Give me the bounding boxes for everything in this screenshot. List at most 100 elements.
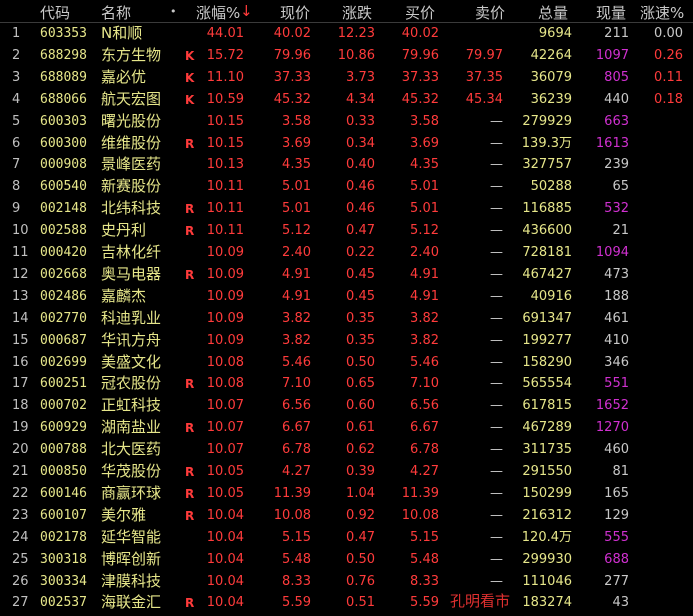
header-current[interactable]: 现价	[280, 2, 310, 23]
bid-price: 4.91	[410, 266, 439, 282]
table-row[interactable]: 21 000850 华茂股份 R 10.05 4.27 0.39 4.27 — 291550 81	[0, 461, 693, 483]
row-index: 21	[12, 464, 29, 479]
ask-price: —	[490, 223, 503, 239]
total-volume: 36079	[530, 69, 572, 85]
current-volume: 410	[604, 332, 629, 348]
current-price: 6.78	[282, 442, 311, 458]
row-index: 13	[12, 288, 29, 304]
row-index: 1	[12, 26, 21, 41]
ask-price: —	[490, 245, 503, 260]
stock-code: 000420	[40, 245, 87, 260]
current-price: 8.33	[282, 573, 311, 589]
current-volume: 211	[604, 26, 629, 41]
table-row[interactable]: 24 002178 延华智能 10.04 5.15 0.47 5.15 — 120.4万 555	[0, 527, 693, 549]
change-pct: 10.11	[206, 223, 244, 239]
table-row[interactable]: 27 002537 海联金汇 R 10.04 5.59 0.51 5.59 183274 43	[0, 592, 693, 614]
row-index: 12	[12, 266, 29, 282]
current-price: 5.15	[282, 529, 311, 545]
row-index: 23	[12, 507, 29, 523]
current-price: 10.08	[273, 507, 311, 523]
table-row[interactable]: 25 300318 博晖创新 10.04 5.48 0.50 5.48 — 299930 688	[0, 549, 693, 571]
stock-name: N和顺	[101, 24, 143, 42]
current-volume: 805	[604, 69, 629, 85]
total-volume: 728181	[522, 245, 572, 260]
table-row[interactable]: 20 000788 北大医药 10.07 6.78 0.62 6.78 — 311735 460	[0, 439, 693, 461]
header-speed[interactable]: 涨速%	[640, 2, 684, 23]
table-row[interactable]: 26 300334 津膜科技 10.04 8.33 0.76 8.33 — 111046 277	[0, 571, 693, 593]
total-volume: 116885	[522, 201, 572, 217]
current-volume: 188	[604, 288, 629, 304]
stock-name: 航天宏图	[101, 89, 162, 108]
header-code[interactable]: 代码	[40, 2, 70, 23]
current-volume: 129	[604, 507, 629, 523]
table-row[interactable]: 12 002668 奥马电器 R 10.09 4.91 0.45 4.91 — 467427 473	[0, 264, 693, 286]
header-name[interactable]: 名称	[101, 2, 131, 23]
table-row[interactable]: 13 002486 嘉麟杰 10.09 4.91 0.45 4.91 — 40916 188	[0, 286, 693, 308]
table-row[interactable]: 5 600303 曙光股份 10.15 3.58 0.33 3.58 — 279929 663	[0, 111, 693, 133]
table-row[interactable]: 17 600251 冠农股份 R 10.08 7.10 0.65 7.10 — 565554 551	[0, 373, 693, 395]
table-row[interactable]: 6 600300 维维股份 R 10.15 3.69 0.34 3.69 — 139.3万 1613	[0, 133, 693, 155]
current-price: 5.59	[282, 595, 311, 611]
stock-name: 美盛文化	[101, 352, 162, 371]
header-total-vol[interactable]: 总量	[538, 2, 568, 23]
ask-price: —	[490, 573, 503, 589]
change-pct: 11.10	[206, 69, 244, 85]
change-pct: 10.07	[206, 442, 244, 458]
stock-name: 史丹利	[101, 221, 147, 240]
total-volume: 436600	[522, 223, 572, 239]
margin-mark: R	[185, 508, 195, 523]
current-price: 4.91	[282, 266, 311, 282]
table-row[interactable]: 4 688066 航天宏图 K 10.59 45.32 4.34 45.32 45.34 3623…	[0, 89, 693, 111]
current-price: 5.01	[282, 179, 311, 195]
margin-mark: R	[185, 465, 195, 479]
current-volume: 1652	[595, 398, 629, 414]
table-row[interactable]: 11 000420 吉林化纤 10.09 2.40 0.22 2.40 — 728181 1094	[0, 242, 693, 264]
stock-code: 603353	[40, 26, 87, 41]
change-amount: 0.50	[346, 551, 375, 567]
change-amount: 0.51	[346, 595, 375, 611]
header-ask[interactable]: 卖价	[475, 2, 505, 23]
header-now-vol[interactable]: 现量	[596, 2, 626, 23]
bid-price: 5.59	[410, 595, 439, 611]
ask-price: —	[490, 179, 503, 195]
table-row[interactable]: 1 603353 N和顺 44.01 40.02 12.23 40.02 9694 211 0.0…	[0, 23, 693, 45]
table-row[interactable]: 15 000687 华讯方舟 10.09 3.82 0.35 3.82 — 199277 410	[0, 330, 693, 352]
ask-price: —	[490, 464, 503, 479]
change-pct: 10.09	[206, 266, 244, 282]
ask-price: —	[490, 376, 503, 392]
table-row[interactable]: 19 600929 湖南盐业 R 10.07 6.67 0.61 6.67 — 467289 127…	[0, 417, 693, 439]
margin-mark: R	[185, 486, 195, 501]
table-row[interactable]: 7 000908 景峰医药 10.13 4.35 0.40 4.35 — 327757 239	[0, 154, 693, 176]
header-pct[interactable]: 涨幅%	[196, 2, 240, 23]
table-row[interactable]: 22 600146 商赢环球 R 10.05 11.39 1.04 11.39 — 150299 1…	[0, 483, 693, 505]
stock-code: 000850	[40, 464, 87, 479]
header-bid[interactable]: 买价	[405, 2, 435, 23]
bid-price: 8.33	[410, 573, 439, 589]
current-price: 4.35	[282, 157, 311, 173]
total-volume: 565554	[522, 376, 572, 392]
change-amount: 0.76	[346, 573, 375, 589]
current-volume: 239	[604, 157, 629, 173]
current-price: 3.82	[282, 310, 311, 326]
total-volume: 111046	[522, 573, 572, 589]
stock-name: 延华智能	[101, 527, 162, 546]
current-volume: 473	[604, 266, 629, 282]
change-amount: 12.23	[337, 26, 375, 41]
stock-name: 嘉必优	[101, 67, 147, 86]
table-row[interactable]: 16 002699 美盛文化 10.08 5.46 0.50 5.46 — 158290 346	[0, 352, 693, 374]
table-row[interactable]: 2 688298 东方生物 K 15.72 79.96 10.86 79.96 79.97 422…	[0, 45, 693, 67]
change-pct: 10.09	[206, 310, 244, 326]
table-row[interactable]: 10 002588 史丹利 R 10.11 5.12 0.47 5.12 — 436600 21	[0, 220, 693, 242]
table-row[interactable]: 18 000702 正虹科技 10.07 6.56 0.60 6.56 — 617815 1652	[0, 395, 693, 417]
table-row[interactable]: 9 002148 北纬科技 R 10.11 5.01 0.46 5.01 — 116885 532	[0, 198, 693, 220]
header-change[interactable]: 涨跌	[342, 2, 372, 23]
table-row[interactable]: 23 600107 美尔雅 R 10.04 10.08 0.92 10.08 — 216312 12…	[0, 505, 693, 527]
sort-desc-icon[interactable]: ↓	[240, 2, 253, 20]
stock-name: 维维股份	[101, 133, 162, 152]
table-row[interactable]: 8 600540 新赛股份 10.11 5.01 0.46 5.01 — 50288 65	[0, 176, 693, 198]
margin-mark: R	[185, 421, 195, 436]
table-row[interactable]: 14 002770 科迪乳业 10.09 3.82 0.35 3.82 — 691347 461	[0, 308, 693, 330]
row-index: 4	[12, 91, 21, 107]
table-row[interactable]: 3 688089 嘉必优 K 11.10 37.33 3.73 37.33 37.35 36079…	[0, 67, 693, 89]
row-index: 10	[12, 223, 29, 239]
